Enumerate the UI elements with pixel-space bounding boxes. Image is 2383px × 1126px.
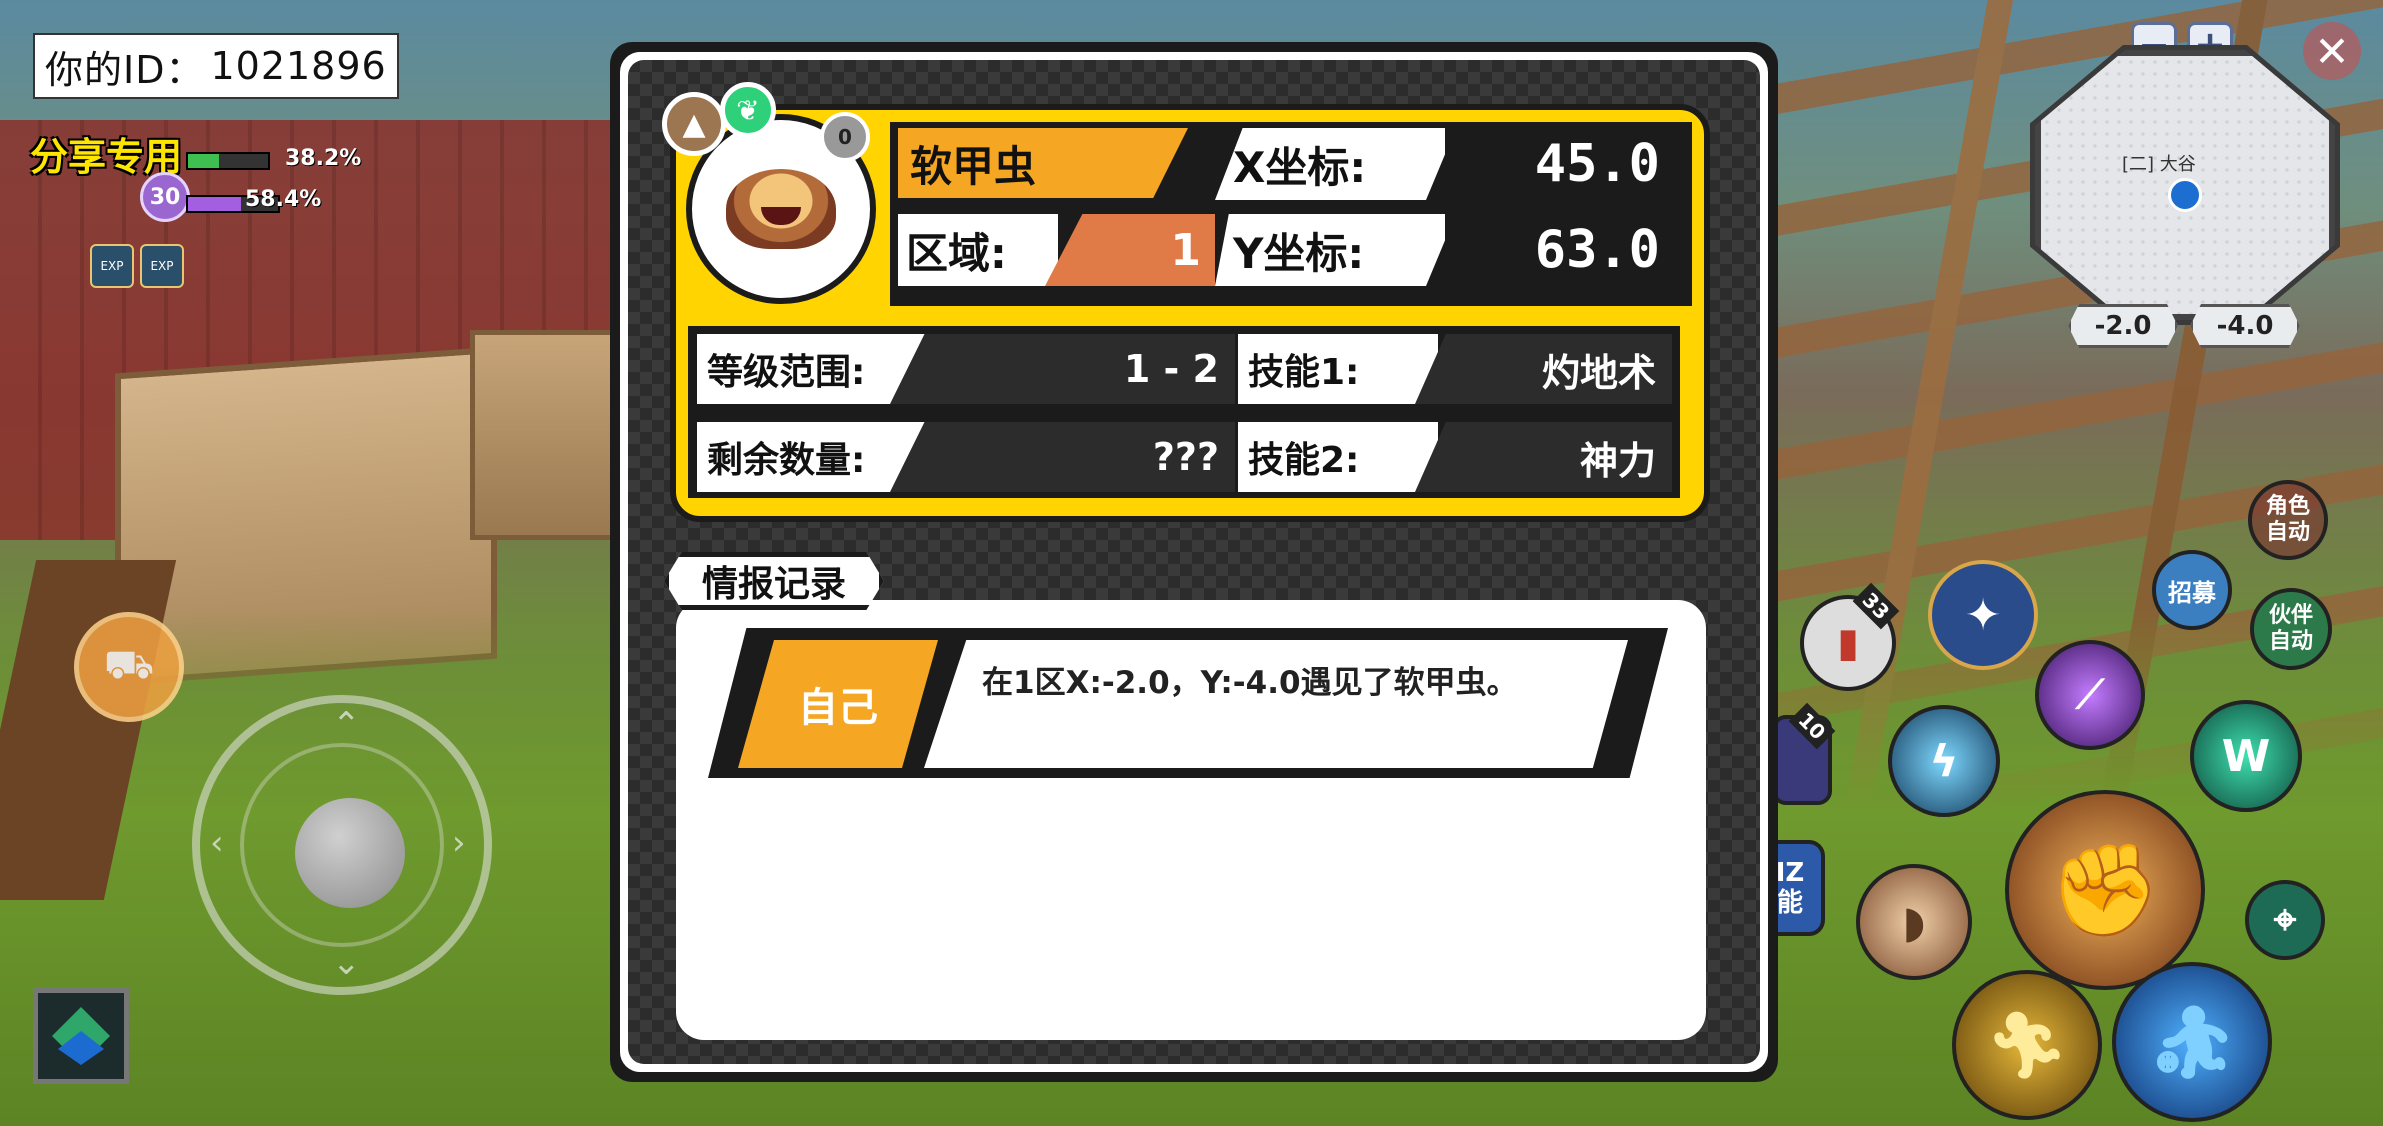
- auto-role-button[interactable]: 角色自动: [2248, 480, 2328, 560]
- y-coord-value: 63.0: [1426, 214, 1676, 286]
- player-marker-icon: [2168, 178, 2202, 212]
- foot-icon: ◗: [1902, 896, 1926, 948]
- remaining-count-label: 剩余数量:: [697, 422, 927, 492]
- kick-skill-button[interactable]: ◗: [1856, 864, 1972, 980]
- claw-skill-button[interactable]: W: [2190, 700, 2302, 812]
- auto-role-label: 角色自动: [2265, 494, 2310, 545]
- summon-skill-button[interactable]: ✦: [1928, 560, 2038, 670]
- exp-bar-fill: [188, 197, 241, 211]
- diamond-icon: [52, 1007, 110, 1065]
- potion-item-button[interactable]: ▮ 33: [1800, 582, 1900, 691]
- x-coord-label: X坐标:: [1215, 128, 1445, 200]
- recruit-label: 招募: [2168, 578, 2216, 607]
- hp-percent: 38.2%: [285, 146, 362, 171]
- backpack-button[interactable]: ⛟: [74, 612, 184, 722]
- target-button[interactable]: ⌖: [2245, 880, 2325, 960]
- backpack-icon: ⛟: [103, 641, 155, 688]
- item-slot-button[interactable]: 10: [1772, 702, 1836, 805]
- record-text: 在1区X:-2.0，Y:-4.0遇见了软甲虫。: [924, 640, 1628, 768]
- crosshair-icon: ⌖: [2273, 897, 2297, 943]
- ultimate-skill-button[interactable]: ✊: [2005, 790, 2205, 990]
- lightning-skill-button[interactable]: ϟ: [1888, 705, 2000, 817]
- hp-bar: [186, 152, 270, 170]
- arrow-left-icon: ‹: [210, 823, 224, 863]
- skill1-value: 灼地术: [1415, 334, 1672, 404]
- slash-skill-button[interactable]: ⟋: [2035, 640, 2145, 750]
- mountain-type-icon: ▲: [662, 92, 726, 156]
- lightning-icon: ϟ: [1929, 735, 1959, 787]
- zone-label: 区域:: [898, 214, 1058, 286]
- joystick-knob[interactable]: [295, 798, 405, 908]
- close-button[interactable]: ✕: [2303, 22, 2361, 80]
- player-id-label: 你的ID：: [45, 47, 205, 92]
- running-man-icon: 🏃︎: [1986, 1008, 2068, 1083]
- skill2-value: 神力: [1415, 422, 1672, 492]
- hp-bar-fill: [188, 154, 219, 168]
- slash-icon: ⟋: [2076, 672, 2104, 718]
- arrow-right-icon: ›: [452, 823, 466, 863]
- monster-name: 软甲虫: [898, 128, 1188, 198]
- minimap-location-label: [二] 大谷: [2122, 154, 2196, 175]
- remaining-count-value: ???: [890, 422, 1235, 492]
- exp-boost-icon[interactable]: EXP: [90, 244, 134, 288]
- player-level-badge: 30: [140, 172, 190, 222]
- recruit-button[interactable]: 招募: [2152, 550, 2232, 630]
- movement-joystick[interactable]: ⌃ ⌄ ‹ ›: [192, 695, 492, 995]
- exp-percent: 58.4%: [245, 187, 322, 212]
- butterfly-type-icon: ❦: [720, 82, 776, 138]
- menu-diamond-button[interactable]: [33, 988, 129, 1084]
- level-range-label: 等级范围:: [697, 334, 927, 404]
- potion-icon: ▮: [1836, 620, 1859, 666]
- claw-icon: W: [2221, 730, 2271, 782]
- tab-intel-records[interactable]: 情报记录: [664, 552, 884, 610]
- x-coord-value: 45.0: [1426, 128, 1676, 200]
- gray-badge-icon: 0: [820, 112, 870, 162]
- sprint-button[interactable]: 🏃︎: [1952, 970, 2102, 1120]
- minimap-coord-x: -2.0: [2068, 304, 2178, 348]
- exp-boost-icon[interactable]: EXP: [140, 244, 184, 288]
- auto-partner-button[interactable]: 伙伴自动: [2250, 588, 2332, 670]
- player-id-value: 1021896: [210, 44, 387, 88]
- level-range-value: 1 - 2: [890, 334, 1235, 404]
- arrow-up-icon: ⌃: [332, 705, 361, 745]
- skill2-label: 技能2:: [1238, 422, 1438, 492]
- player-id-box: 你的ID： 1021896: [33, 33, 399, 99]
- wooden-crate: [470, 330, 630, 540]
- fist-icon: ✊: [2048, 837, 2162, 943]
- arrow-down-icon: ⌄: [332, 943, 361, 983]
- scepter-icon: ✦: [1964, 589, 2002, 641]
- y-coord-label: Y坐标:: [1215, 214, 1445, 286]
- minimap-coord-y: -4.0: [2190, 304, 2300, 348]
- armored-bug-creature-icon: [726, 169, 836, 249]
- dodge-button[interactable]: ⛹︎: [2112, 962, 2272, 1122]
- auto-partner-label: 伙伴自动: [2268, 603, 2313, 654]
- skill1-label: 技能1:: [1238, 334, 1438, 404]
- dash-figure-icon: ⛹︎: [2147, 1000, 2237, 1083]
